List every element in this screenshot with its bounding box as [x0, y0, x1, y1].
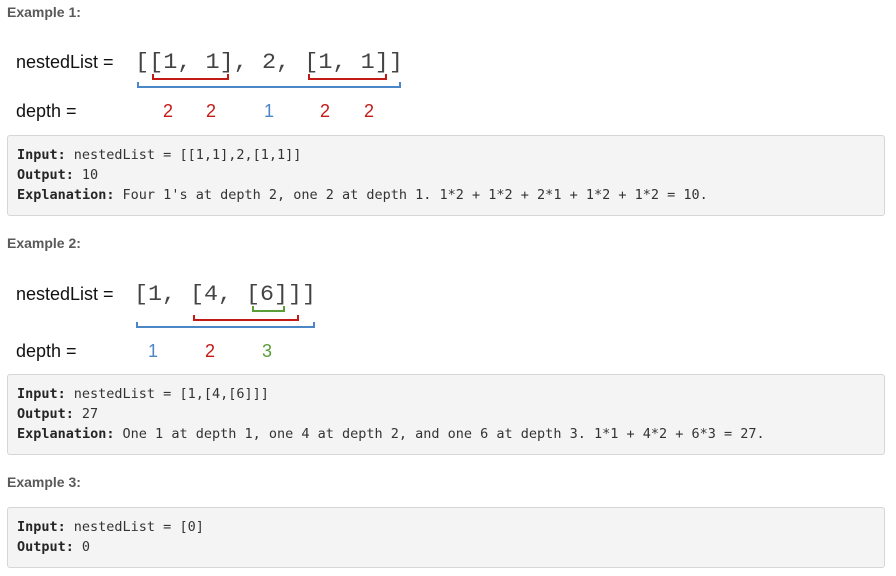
explanation-value: Four 1's at depth 2, one 2 at depth 1. 1…	[122, 187, 708, 203]
explanation-label: Explanation:	[17, 187, 115, 203]
nested-list-label: nestedList =	[16, 52, 114, 72]
example-1-code-block: Input: nestedList = [[1,1],2,[1,1]] Outpu…	[7, 135, 885, 216]
nested-list-value: [[1, 1], 2, [1, 1]]	[135, 50, 403, 75]
input-value: nestedList = [1,[4,[6]]]	[73, 386, 269, 402]
input-line: Input: nestedList = [[1,1],2,[1,1]]	[17, 145, 875, 165]
input-value: nestedList = [0]	[73, 519, 204, 535]
output-line: Output: 10	[17, 165, 875, 185]
output-line: Output: 27	[17, 404, 875, 424]
depth-value: 2	[364, 101, 374, 121]
example-3-heading: Example 3:	[7, 474, 81, 490]
output-label: Output:	[17, 406, 74, 422]
example-1-figure: nestedList = [[1, 1], 2, [1, 1]] depth =…	[16, 50, 403, 121]
depth-2-bracket	[193, 315, 299, 321]
depth-value: 2	[320, 101, 330, 121]
input-value: nestedList = [[1,1],2,[1,1]]	[73, 147, 302, 163]
depth-value: 2	[206, 101, 216, 121]
explanation-value: One 1 at depth 1, one 4 at depth 2, and …	[122, 426, 765, 442]
input-label: Input:	[17, 519, 66, 535]
output-line: Output: 0	[17, 537, 875, 557]
output-value: 10	[81, 167, 99, 183]
output-value: 27	[81, 406, 99, 422]
example-1-heading: Example 1:	[7, 4, 81, 20]
depth-value: 1	[264, 101, 274, 121]
example-2-heading: Example 2:	[7, 235, 81, 251]
explanation-line: Explanation: One 1 at depth 1, one 4 at d…	[17, 424, 875, 444]
depth-value: 1	[148, 341, 158, 361]
depth-value: 2	[163, 101, 173, 121]
example-2-code-block: Input: nestedList = [1,[4,[6]]] Output: 27…	[7, 374, 885, 455]
output-value: 0	[81, 539, 91, 555]
explanation-label: Explanation:	[17, 426, 115, 442]
depth-label: depth =	[16, 101, 77, 121]
input-line: Input: nestedList = [0]	[17, 517, 875, 537]
depth-1-bracket	[136, 322, 315, 328]
depth-value: 3	[262, 341, 272, 361]
explanation-line: Explanation: Four 1's at depth 2, one 2 a…	[17, 185, 875, 205]
depth-1-bracket	[137, 82, 401, 88]
input-line: Input: nestedList = [1,[4,[6]]]	[17, 384, 875, 404]
depth-value: 2	[205, 341, 215, 361]
example-2-figure: nestedList = [1, [4, [6]]] depth = 1 2 3	[16, 282, 316, 361]
nested-list-label: nestedList =	[16, 284, 114, 304]
example-3-code-block: Input: nestedList = [0] Output: 0	[7, 507, 885, 568]
input-label: Input:	[17, 147, 66, 163]
output-label: Output:	[17, 539, 74, 555]
output-label: Output:	[17, 167, 74, 183]
depth-label: depth =	[16, 341, 77, 361]
input-label: Input:	[17, 386, 66, 402]
nested-list-value: [1, [4, [6]]]	[134, 282, 316, 307]
